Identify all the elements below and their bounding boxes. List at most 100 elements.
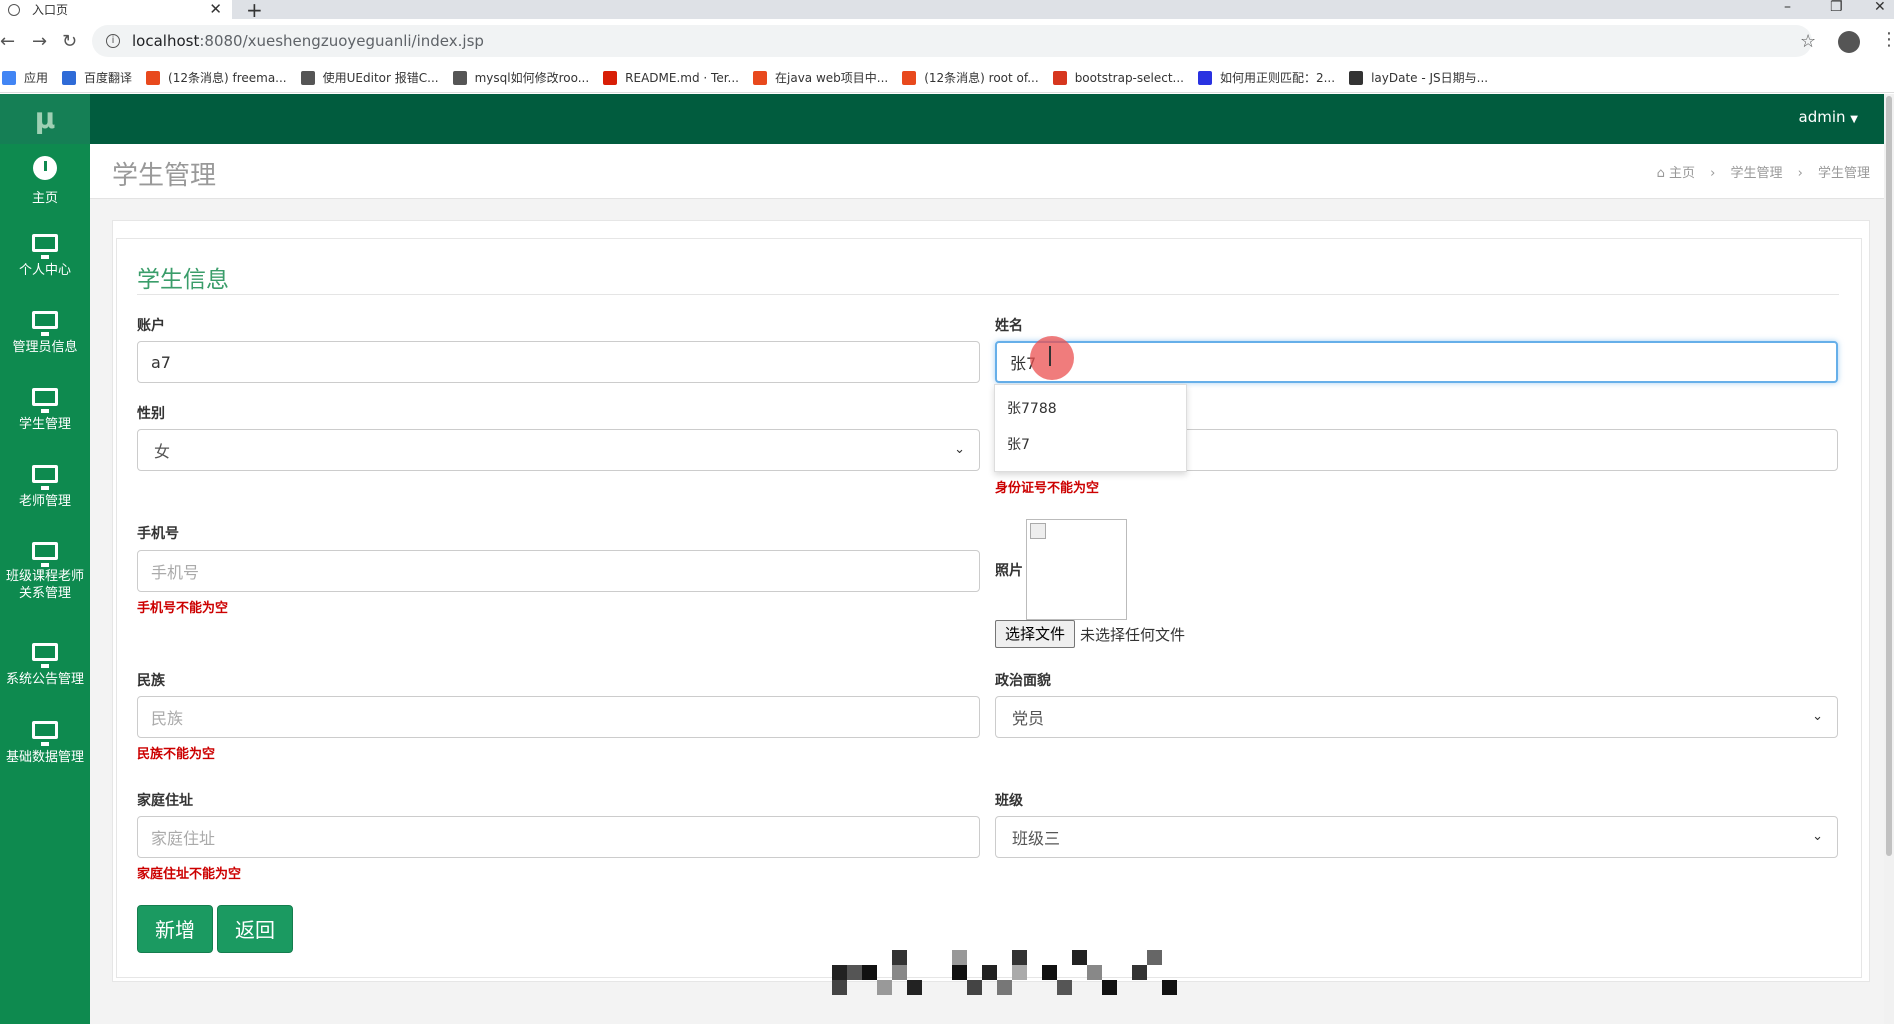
ethnicity-input[interactable]: 民族	[137, 696, 980, 738]
bookmark-label: (12条消息) root of...	[924, 71, 1039, 85]
bookmark-item[interactable]: layDate - JS日期与...	[1349, 69, 1488, 86]
sidebar-item[interactable]: 老师管理	[0, 453, 90, 529]
baidu-paw-icon	[1197, 70, 1212, 85]
minimize-icon[interactable]: –	[1784, 0, 1791, 15]
breadcrumb-home[interactable]: 主页	[1669, 166, 1695, 181]
bookmark-item[interactable]: (12条消息) freema...	[146, 69, 287, 86]
back-icon[interactable]: ←	[0, 31, 15, 52]
class-select[interactable]: 班级三 ⌄	[995, 816, 1838, 858]
breadcrumb-separator: ›	[1710, 166, 1716, 181]
phone-label: 手机号	[137, 526, 179, 542]
politics-select[interactable]: 党员 ⌄	[995, 696, 1838, 738]
url-host: localhost	[132, 32, 200, 50]
photo-preview	[1026, 519, 1127, 620]
sidebar-item[interactable]: 个人中心	[0, 222, 90, 298]
address-bar: ← → ↻ i localhost:8080/xueshengzuoyeguan…	[0, 19, 1894, 66]
monitor-icon	[32, 234, 58, 259]
bookmark-item[interactable]: mysql如何修改roo...	[452, 69, 589, 86]
forward-icon[interactable]: →	[32, 31, 47, 52]
url-field[interactable]: i localhost:8080/xueshengzuoyeguanli/ind…	[92, 25, 1812, 57]
baidu-translate-icon	[62, 70, 77, 85]
text-cursor-icon	[1049, 346, 1052, 366]
sidebar-item[interactable]: 主页	[0, 144, 90, 220]
name-autocomplete-list: 张7788 张7	[994, 384, 1187, 472]
bookmark-label: (12条消息) freema...	[168, 71, 287, 85]
autocomplete-option[interactable]: 张7	[995, 427, 1186, 463]
monitor-icon	[32, 311, 58, 336]
bookmark-item[interactable]: 百度翻译	[62, 69, 132, 86]
bookmark-label: 如何用正则匹配：2...	[1219, 71, 1336, 85]
politics-label: 政治面貌	[995, 673, 1051, 689]
reload-icon[interactable]: ↻	[62, 31, 77, 52]
form-title-divider	[137, 294, 1839, 295]
sidebar-item[interactable]: 学生管理	[0, 376, 90, 452]
account-input[interactable]: a7	[137, 341, 980, 383]
weibo-icon	[452, 70, 467, 85]
gender-label: 性别	[137, 406, 165, 422]
file-status: 未选择任何文件	[1080, 626, 1186, 644]
bookmark-item[interactable]: 在java web项目中...	[753, 69, 888, 86]
autocomplete-option[interactable]: 张7788	[995, 391, 1186, 427]
chevron-down-icon: ⌄	[1812, 709, 1823, 724]
account-avatar-icon[interactable]	[1838, 31, 1860, 53]
bookmark-star-icon[interactable]: ☆	[1800, 31, 1816, 52]
monitor-icon	[32, 465, 58, 490]
bookmark-item[interactable]: README.md · Ter...	[603, 70, 739, 85]
sidebar-item[interactable]: 系统公告管理	[0, 631, 90, 707]
apps-icon	[2, 70, 16, 85]
window-close-icon[interactable]: ✕	[1874, 0, 1886, 15]
watermark-pixel	[1147, 950, 1162, 965]
home-icon: ⌂	[1656, 166, 1665, 181]
monitor-icon	[32, 388, 58, 413]
watermark-pixel	[1057, 980, 1072, 995]
watermark-pixel	[952, 950, 967, 965]
photo-label: 照片	[995, 563, 1023, 579]
address-input[interactable]: 家庭住址	[137, 816, 980, 858]
gitee-icon	[603, 70, 618, 85]
name-input[interactable]: 张7	[995, 341, 1838, 383]
sidebar-item[interactable]: 基础数据管理	[0, 709, 90, 785]
click-indicator	[1030, 336, 1074, 380]
app-logo[interactable]: μ	[0, 94, 90, 144]
bookmark-item[interactable]: (12条消息) root of...	[902, 69, 1039, 86]
sidebar-item-label: 班级课程老师关系管理	[6, 569, 85, 601]
watermark-pixel	[1042, 965, 1057, 980]
user-menu[interactable]: admin ▼	[1799, 108, 1858, 126]
address-label: 家庭住址	[137, 793, 193, 809]
bookmark-item[interactable]: 如何用正则匹配：2...	[1197, 69, 1336, 86]
breadcrumb-current: 学生管理	[1817, 166, 1870, 181]
bookmark-item[interactable]: 应用	[2, 69, 48, 86]
id-number-error: 身份证号不能为空	[995, 481, 1100, 496]
app-top-bar	[0, 94, 1894, 144]
class-select-value: 班级三	[1012, 829, 1061, 848]
watermark-pixel	[832, 980, 847, 995]
restore-icon[interactable]: ❐	[1830, 0, 1843, 15]
class-label: 班级	[995, 793, 1023, 809]
dashboard-icon	[33, 156, 57, 180]
phone-input[interactable]: 手机号	[137, 550, 980, 592]
bookmark-item[interactable]: 使用UEditor 报错C...	[300, 69, 439, 86]
browser-menu-icon[interactable]: ⋮	[1880, 29, 1894, 50]
gender-select[interactable]: 女 ⌄	[137, 429, 980, 471]
watermark-pixel	[952, 965, 967, 980]
name-label: 姓名	[995, 318, 1023, 334]
sidebar-item[interactable]: 管理员信息	[0, 299, 90, 375]
site-info-icon[interactable]: i	[106, 34, 120, 48]
watermark-pixel	[1012, 965, 1027, 980]
browser-tab[interactable]: 入口页 ✕	[0, 0, 232, 19]
sidebar-item[interactable]: 班级课程老师关系管理	[0, 530, 90, 630]
tab-close-icon[interactable]: ✕	[209, 0, 222, 19]
add-button[interactable]: 新增	[137, 905, 213, 953]
csdn-icon	[753, 70, 767, 85]
pixelated-watermark	[832, 950, 1182, 1010]
account-label: 账户	[137, 318, 165, 334]
scrollbar-thumb[interactable]	[1886, 96, 1892, 856]
bookmark-item[interactable]: bootstrap-select...	[1052, 70, 1184, 85]
breadcrumb-section[interactable]: 学生管理	[1730, 166, 1782, 181]
gender-select-value: 女	[154, 442, 171, 461]
monitor-icon	[32, 542, 58, 567]
watermark-pixel	[847, 965, 862, 980]
breadcrumb: ⌂ 主页 › 学生管理 › 学生管理	[1657, 162, 1870, 181]
back-button[interactable]: 返回	[217, 905, 293, 953]
choose-file-button[interactable]: 选择文件	[995, 620, 1075, 648]
